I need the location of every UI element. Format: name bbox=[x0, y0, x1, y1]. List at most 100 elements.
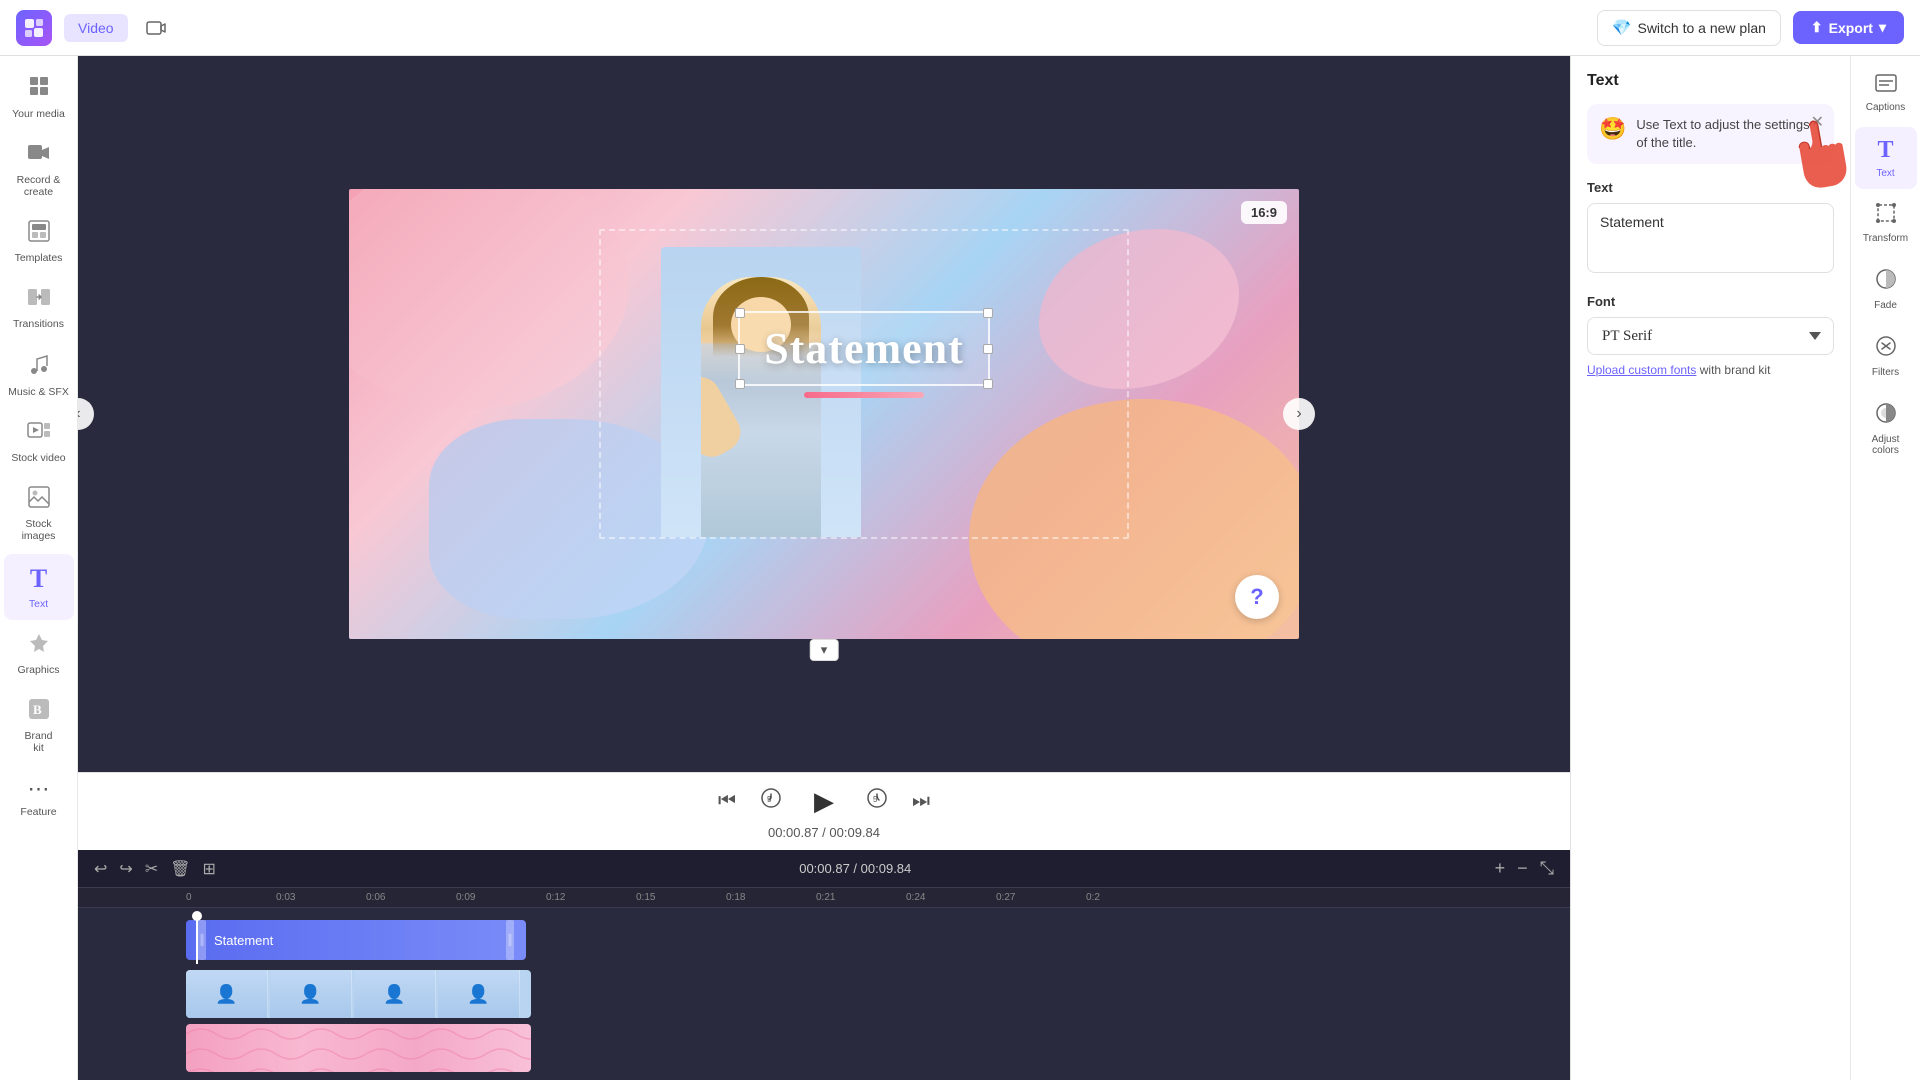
camera-mode-icon[interactable] bbox=[140, 12, 172, 44]
topbar-tab-video[interactable]: Video bbox=[64, 14, 128, 42]
transitions-icon bbox=[27, 286, 51, 314]
timeline-tracks: ║ Statement ║ 👤 bbox=[78, 908, 1570, 1080]
timeline-time-display: 00:00.87 / 00:09.84 bbox=[228, 861, 1483, 876]
handle-bottom-right[interactable] bbox=[983, 379, 993, 389]
sidebar-item-text[interactable]: T Text bbox=[4, 554, 74, 620]
graphics-icon bbox=[28, 632, 50, 660]
ruler-mark-21: 0:21 bbox=[816, 892, 906, 903]
handle-mid-right[interactable] bbox=[983, 344, 993, 354]
svg-text:B: B bbox=[33, 702, 42, 717]
text-clip[interactable]: ║ Statement ║ bbox=[186, 920, 526, 960]
handle-bottom-left[interactable] bbox=[735, 379, 745, 389]
text-track-content: ║ Statement ║ bbox=[186, 916, 1570, 964]
sidebar-label-graphics: Graphics bbox=[17, 664, 59, 676]
bg-track-row bbox=[78, 1024, 1570, 1072]
canvas-nav-left[interactable]: ‹ bbox=[78, 398, 94, 430]
inner-frame: Statement bbox=[599, 229, 1129, 539]
add-track-button[interactable]: + bbox=[1495, 858, 1506, 879]
filters-label: Filters bbox=[1872, 367, 1899, 378]
stock-images-icon bbox=[28, 486, 50, 514]
timeline-toolbar: ↩ ↪ ✂ 🗑 ⊞ 00:00.87 / 00:09.84 + − ⤡ bbox=[78, 850, 1570, 888]
video-track-content: 👤 👤 👤 👤 bbox=[186, 970, 1570, 1018]
text-value-input[interactable]: Statement bbox=[1587, 203, 1834, 273]
playback-area: ⏮ 5 ▶ 5 ⏭ 00:00.87 / 00:09.84 bbox=[78, 772, 1570, 850]
play-pause-button[interactable]: ▶ bbox=[806, 783, 842, 819]
video-track-row: 👤 👤 👤 👤 bbox=[78, 970, 1570, 1018]
right-icon-transform[interactable]: Transform bbox=[1855, 193, 1917, 254]
center-area: ‹ bbox=[78, 56, 1570, 1080]
clip-handle-right[interactable]: ║ bbox=[506, 920, 514, 960]
ruler-mark-27: 0:27 bbox=[996, 892, 1086, 903]
canvas-nav-right[interactable]: › bbox=[1283, 398, 1315, 430]
sidebar-item-record-create[interactable]: Record &create bbox=[4, 132, 74, 208]
right-icon-filters[interactable]: Filters bbox=[1855, 325, 1917, 388]
right-panel: Text 🤩 Use Text to adjust the settings o… bbox=[1570, 56, 1850, 1080]
export-button[interactable]: ⬆ Export ▾ bbox=[1793, 11, 1904, 44]
video-clip[interactable]: 👤 👤 👤 👤 bbox=[186, 970, 531, 1018]
bg-pattern-svg bbox=[186, 1024, 531, 1072]
right-icon-text[interactable]: T Text bbox=[1855, 127, 1917, 189]
switch-plan-button[interactable]: 💎 Switch to a new plan bbox=[1597, 10, 1781, 46]
transform-label: Transform bbox=[1863, 233, 1908, 244]
sidebar-item-brand-kit[interactable]: B Brandkit bbox=[4, 688, 74, 764]
right-icon-adjust-colors[interactable]: Adjust colors bbox=[1855, 392, 1917, 466]
music-icon bbox=[28, 352, 50, 382]
export-chevron-icon: ▾ bbox=[1879, 19, 1886, 36]
sidebar-item-transitions[interactable]: Transitions bbox=[4, 276, 74, 340]
ruler-mark-9: 0:09 bbox=[456, 892, 546, 903]
sidebar-item-your-media[interactable]: Your media bbox=[4, 64, 74, 130]
text-underline-decoration bbox=[804, 392, 924, 398]
font-select[interactable]: PT Serif Arial Georgia Helvetica Times N… bbox=[1587, 317, 1834, 355]
export-icon: ⬆ bbox=[1811, 19, 1823, 36]
video-canvas[interactable]: Statement 16:9 ? bbox=[349, 189, 1299, 639]
help-button[interactable]: ? bbox=[1235, 575, 1279, 619]
app-logo bbox=[16, 10, 52, 46]
text-track-row: ║ Statement ║ bbox=[78, 916, 1570, 964]
statement-text-box[interactable]: Statement bbox=[738, 311, 990, 386]
skip-to-end-button[interactable]: ⏭ bbox=[912, 790, 930, 813]
forward-button[interactable]: 5 bbox=[866, 787, 888, 815]
handle-mid-left[interactable] bbox=[735, 344, 745, 354]
clip-handle-left[interactable]: ║ bbox=[198, 920, 206, 960]
playhead[interactable] bbox=[196, 916, 198, 964]
templates-icon bbox=[28, 220, 50, 248]
sidebar-item-stock-video[interactable]: Stock video bbox=[4, 410, 74, 474]
sidebar-item-graphics[interactable]: Graphics bbox=[4, 622, 74, 686]
video-thumb-1: 👤 bbox=[186, 970, 268, 1018]
sidebar-item-stock-images[interactable]: Stock images bbox=[4, 476, 74, 552]
cut-button[interactable]: ✂ bbox=[145, 859, 158, 879]
sidebar-item-templates[interactable]: Templates bbox=[4, 210, 74, 274]
skip-to-start-button[interactable]: ⏮ bbox=[718, 790, 736, 813]
ruler-mark-18: 0:18 bbox=[726, 892, 816, 903]
rewind-button[interactable]: 5 bbox=[760, 787, 782, 815]
ruler-mark-15: 0:15 bbox=[636, 892, 726, 903]
gem-icon: 💎 bbox=[1612, 18, 1632, 38]
sidebar-label-music-sfx: Music & SFX bbox=[8, 386, 69, 398]
timeline-ruler: 0 0:03 0:06 0:09 0:12 0:15 0:18 0:21 0:2… bbox=[78, 888, 1570, 908]
statement-text: Statement bbox=[764, 323, 964, 374]
timeline-area: ↩ ↪ ✂ 🗑 ⊞ 00:00.87 / 00:09.84 + − ⤡ 0 0:… bbox=[78, 850, 1570, 1080]
redo-button[interactable]: ↪ bbox=[119, 859, 132, 879]
right-icon-captions[interactable]: Captions bbox=[1855, 64, 1917, 123]
bg-clip[interactable] bbox=[186, 1024, 531, 1072]
text-element-container[interactable]: Statement bbox=[621, 311, 1107, 398]
topbar: Video 💎 Switch to a new plan ⬆ Export ▾ bbox=[0, 0, 1920, 56]
zoom-out-button[interactable]: − bbox=[1517, 858, 1528, 879]
zoom-fit-button[interactable]: ⤡ bbox=[1540, 858, 1554, 879]
undo-button[interactable]: ↩ bbox=[94, 859, 107, 879]
upload-fonts-link[interactable]: Upload custom fonts bbox=[1587, 363, 1696, 377]
handle-top-right[interactable] bbox=[983, 308, 993, 318]
group-button[interactable]: ⊞ bbox=[203, 859, 216, 879]
more-icon: ⋯ bbox=[28, 776, 50, 802]
sidebar-label-stock-video: Stock video bbox=[11, 452, 65, 464]
handle-top-left[interactable] bbox=[735, 308, 745, 318]
right-icon-fade[interactable]: Fade bbox=[1855, 258, 1917, 321]
delete-button[interactable]: 🗑 bbox=[170, 859, 190, 879]
sidebar-item-feature[interactable]: ⋯ Feature bbox=[4, 766, 74, 828]
hint-close-button[interactable]: ✕ bbox=[1811, 112, 1824, 132]
ruler-mark-end: 0:2 bbox=[1086, 892, 1176, 903]
sidebar-item-music-sfx[interactable]: Music & SFX bbox=[4, 342, 74, 408]
upload-fonts-text: Upload custom fonts with brand kit bbox=[1587, 363, 1834, 377]
timeline-collapse-toggle[interactable]: ▾ bbox=[810, 639, 839, 661]
upload-fonts-suffix: with brand kit bbox=[1700, 363, 1771, 377]
